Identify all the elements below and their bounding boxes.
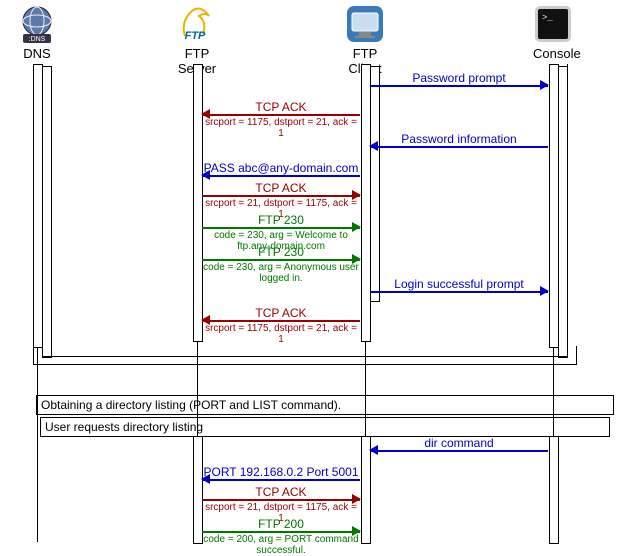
message-label: dir command [370, 436, 548, 450]
console-icon: >_ [533, 4, 573, 44]
message-m12: TCP ACKsrcport = 21, dstport = 1175, ack… [202, 489, 360, 519]
message-m1: Password prompt [370, 75, 548, 105]
message-m3: Password information [370, 136, 548, 166]
message-sublabel: srcport = 1175, dstport = 21, ack = 1 [202, 323, 360, 345]
message-label: Password information [370, 132, 548, 146]
ftp-server-icon: FTP [177, 4, 217, 44]
message-label: TCP ACK [202, 181, 360, 195]
message-m9: TCP ACKsrcport = 1175, dstport = 21, ack… [202, 310, 360, 340]
message-label: TCP ACK [202, 485, 360, 499]
svg-text::DNS: :DNS [29, 36, 46, 43]
actor-dns: :DNS DNS [17, 4, 57, 61]
message-m6: FTP 230code = 230, arg = Welcome to ftp.… [202, 217, 360, 247]
activation-dns-2 [42, 66, 52, 358]
message-m2: TCP ACKsrcport = 1175, dstport = 21, ack… [202, 104, 360, 134]
message-sublabel: code = 230, arg = Anonymous user logged … [202, 262, 360, 284]
section-label: Obtaining a directory listing (PORT and … [41, 398, 341, 412]
svg-text:FTP: FTP [185, 30, 206, 42]
message-m10: dir command [370, 440, 548, 470]
message-label: Password prompt [370, 71, 548, 85]
ftp-client-icon [345, 4, 385, 44]
frame-side-r2 [567, 64, 568, 356]
frame-close-2 [33, 364, 577, 365]
svg-text:>_: >_ [542, 13, 553, 23]
actor-label: DNS [17, 46, 57, 61]
sequence-diagram: :DNS DNS FTP FTP Server FTP Client >_ Co… [0, 0, 624, 542]
dns-icon: :DNS [17, 4, 57, 44]
section-user-requests: User requests directory listing [40, 417, 610, 437]
actor-console: >_ Console [533, 4, 573, 61]
message-label: FTP 200 [202, 517, 360, 531]
message-m8: Login successful prompt [370, 281, 548, 311]
message-m5: TCP ACKsrcport = 21, dstport = 1175, ack… [202, 185, 360, 215]
message-m7: FTP 230code = 230, arg = Anonymous user … [202, 249, 360, 279]
message-label: Login successful prompt [370, 277, 548, 291]
section-label: User requests directory listing [45, 420, 203, 434]
message-label: PORT 192.168.0.2 Port 5001 [202, 465, 360, 479]
message-sublabel: srcport = 1175, dstport = 21, ack = 1 [202, 117, 360, 139]
frame-side-r [576, 346, 577, 364]
message-label: FTP 230 [202, 245, 360, 259]
message-label: TCP ACK [202, 100, 360, 114]
message-label: FTP 230 [202, 213, 360, 227]
message-label: TCP ACK [202, 306, 360, 320]
message-m13: FTP 200code = 200, arg = PORT command su… [202, 521, 360, 551]
message-label: PASS abc@any-domain.com [202, 161, 360, 175]
section-port-list: Obtaining a directory listing (PORT and … [36, 395, 614, 415]
message-sublabel: code = 200, arg = PORT command successfu… [202, 534, 360, 556]
frame-side-l [33, 346, 34, 364]
actor-label: Console [533, 46, 573, 61]
frame-close-1 [42, 356, 567, 358]
activation-console-lower [549, 436, 559, 544]
